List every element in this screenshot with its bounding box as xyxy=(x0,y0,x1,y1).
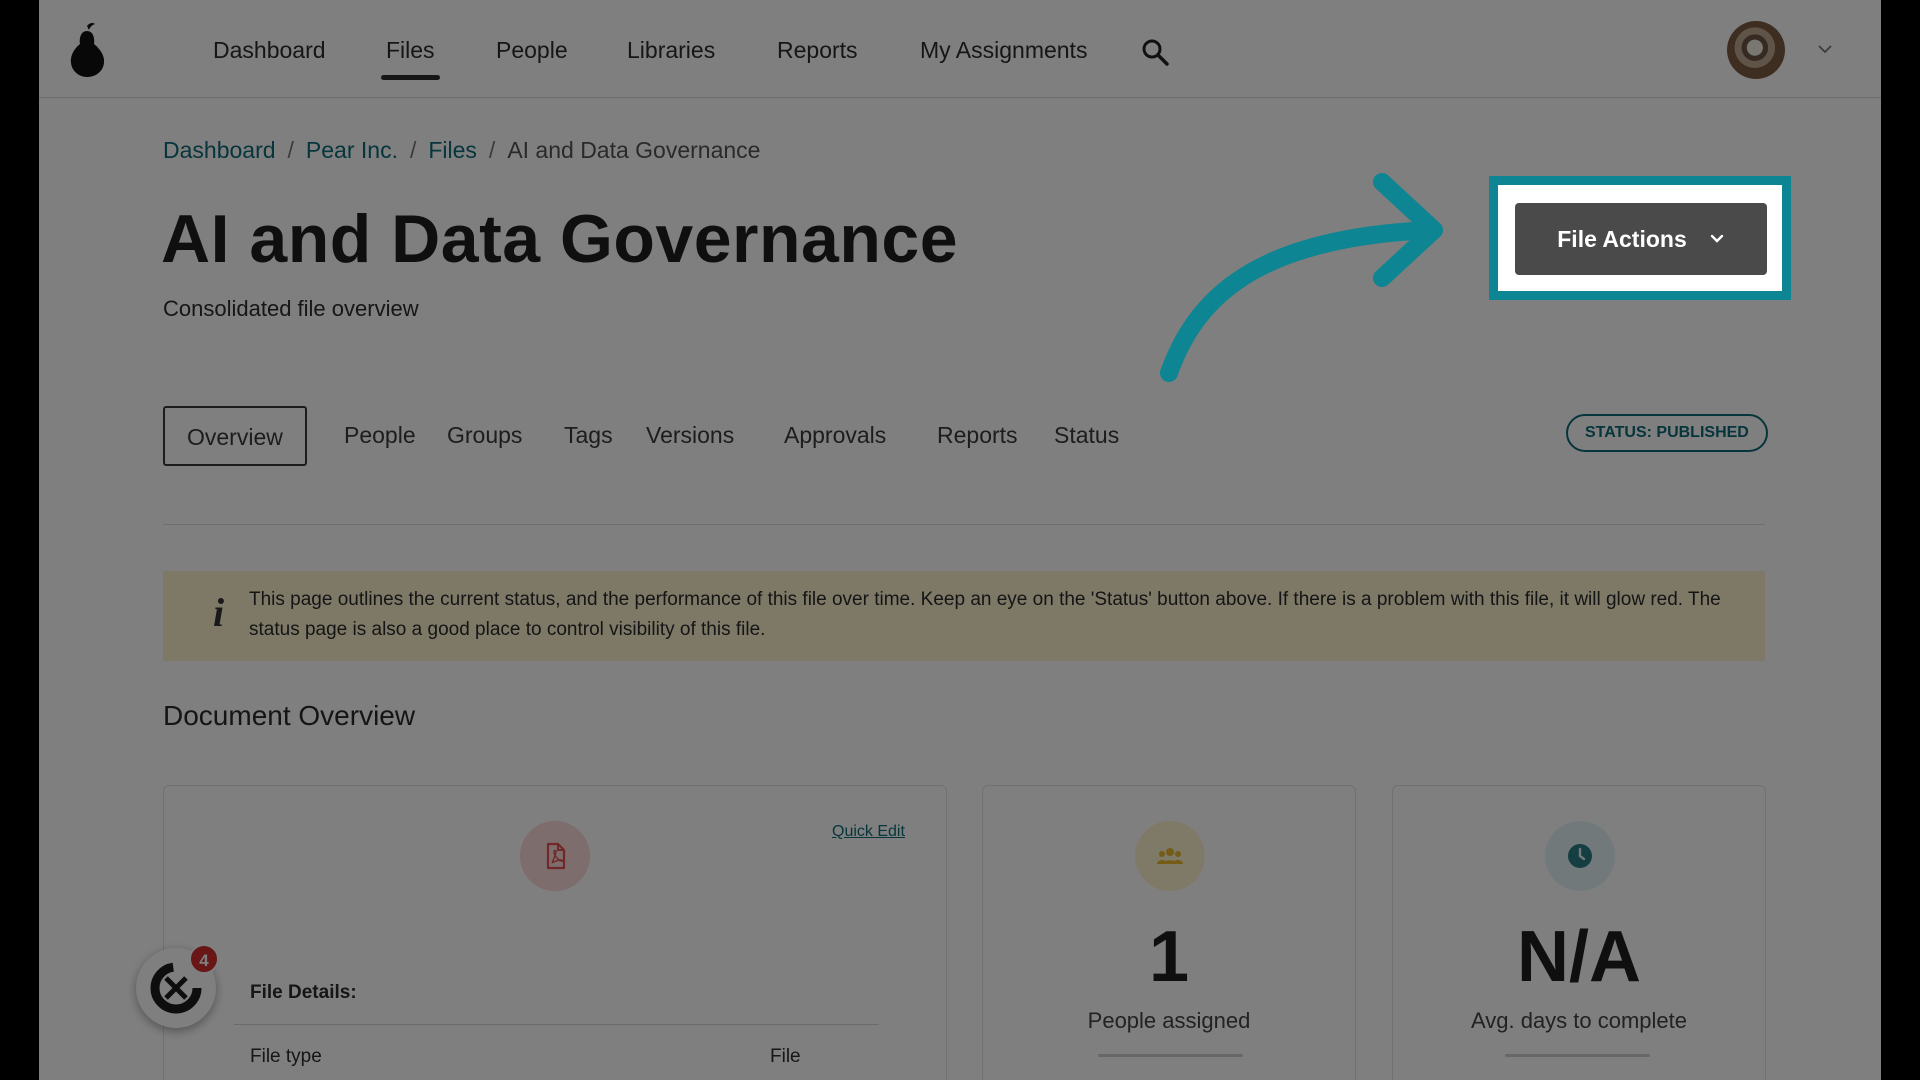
divider xyxy=(163,524,1765,525)
tab-overview[interactable]: Overview xyxy=(163,406,307,466)
app-window: Dashboard Files People Libraries Reports… xyxy=(39,0,1881,1080)
info-icon: i xyxy=(213,590,225,635)
breadcrumb-separator: / xyxy=(488,137,496,163)
pdf-file-icon xyxy=(520,821,590,891)
breadcrumb-separator: / xyxy=(409,137,417,163)
people-assigned-label: People assigned xyxy=(1087,1008,1251,1033)
user-avatar[interactable] xyxy=(1727,21,1785,79)
nav-dashboard[interactable]: Dashboard xyxy=(213,30,326,70)
clock-icon xyxy=(1545,821,1615,891)
breadcrumb-files[interactable]: Files xyxy=(428,137,477,163)
breadcrumb-separator: / xyxy=(287,137,294,163)
top-navigation: Dashboard Files People Libraries Reports… xyxy=(39,0,1881,98)
divider xyxy=(1098,1054,1243,1057)
people-assigned-card: 1 People assigned xyxy=(982,785,1356,1080)
info-banner: i This page outlines the current status,… xyxy=(163,571,1765,661)
tab-reports[interactable]: Reports xyxy=(937,406,1018,466)
divider xyxy=(234,1024,879,1025)
file-type-label: File type xyxy=(250,1046,322,1067)
breadcrumb-dashboard[interactable]: Dashboard xyxy=(163,137,276,163)
avg-days-value: N/A xyxy=(1517,917,1641,997)
nav-my-assignments[interactable]: My Assignments xyxy=(920,30,1087,70)
people-assigned-value: 1 xyxy=(1148,917,1190,997)
notification-badge: 4 xyxy=(189,944,219,974)
tab-approvals[interactable]: Approvals xyxy=(784,406,886,466)
nav-reports[interactable]: Reports xyxy=(777,30,858,70)
nav-libraries[interactable]: Libraries xyxy=(627,30,715,70)
avg-days-card: N/A Avg. days to complete xyxy=(1392,785,1766,1080)
file-details-card: Quick Edit File Details: File type File xyxy=(163,785,947,1080)
users-icon xyxy=(1135,821,1205,891)
tab-tags[interactable]: Tags xyxy=(564,406,613,466)
tab-versions[interactable]: Versions xyxy=(646,406,734,466)
search-icon[interactable] xyxy=(1141,38,1169,66)
pear-logo-icon[interactable] xyxy=(67,22,107,78)
breadcrumb-current: AI and Data Governance xyxy=(507,137,761,163)
file-details-label: File Details: xyxy=(250,982,357,1003)
section-title: Document Overview xyxy=(163,700,416,731)
chevron-down-icon xyxy=(1710,234,1723,243)
divider xyxy=(1505,1054,1650,1057)
tab-status[interactable]: Status xyxy=(1054,406,1119,466)
info-banner-text: This page outlines the current status, a… xyxy=(249,589,1721,640)
tab-people[interactable]: People xyxy=(344,406,416,466)
breadcrumb: Dashboard / Pear Inc. / Files / AI and Data Go… xyxy=(163,137,760,164)
avg-days-label: Avg. days to complete xyxy=(1470,1008,1688,1033)
page-title: AI and Data Governance xyxy=(161,201,959,277)
chevron-down-icon[interactable] xyxy=(1816,40,1834,58)
nav-people[interactable]: People xyxy=(496,30,568,70)
file-actions-label: File Actions xyxy=(1557,225,1687,252)
quick-edit-link[interactable]: Quick Edit xyxy=(832,823,905,841)
status-badge[interactable]: STATUS: PUBLISHED xyxy=(1566,414,1768,452)
file-actions-button[interactable]: File Actions xyxy=(1515,203,1767,275)
nav-files[interactable]: Files xyxy=(381,30,440,80)
page-subtitle: Consolidated file overview xyxy=(163,296,419,321)
file-type-value: File xyxy=(770,1046,801,1067)
tutorial-arrow-icon xyxy=(1160,173,1443,382)
breadcrumb-pear-inc[interactable]: Pear Inc. xyxy=(306,137,398,163)
tab-groups[interactable]: Groups xyxy=(447,406,522,466)
